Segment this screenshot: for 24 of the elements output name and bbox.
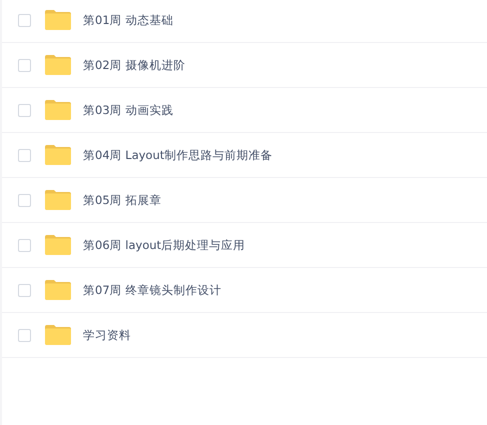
folder-name[interactable]: 第03周 动画实践 (83, 102, 174, 118)
checkbox[interactable] (18, 238, 31, 252)
folder-name[interactable]: 第04周 Layout制作思路与前期准备 (83, 148, 272, 162)
folder-name[interactable]: 学习资料 (83, 328, 131, 342)
checkbox[interactable] (18, 148, 31, 162)
checkbox[interactable] (18, 284, 31, 296)
folder-icon (45, 190, 71, 210)
checkbox[interactable] (18, 104, 31, 116)
folder-icon (45, 145, 71, 165)
checkbox[interactable] (18, 328, 31, 342)
folder-name[interactable]: 第01周 动态基础 (83, 12, 174, 28)
folder-icon (45, 325, 71, 345)
folder-name[interactable]: 第02周 摄像机进阶 (83, 58, 186, 72)
folder-name[interactable]: 第05周 拓展章 (83, 192, 162, 208)
folder-name[interactable]: 第07周 终章镜头制作设计 (83, 282, 222, 298)
folder-icon (45, 235, 71, 255)
checkbox[interactable] (18, 58, 31, 72)
folder-icon (45, 100, 71, 120)
folder-icon (45, 55, 71, 75)
folder-icon (45, 280, 71, 300)
folder-icon (45, 10, 71, 30)
checkbox[interactable] (18, 194, 31, 206)
folder-name[interactable]: 第06周 layout后期处理与应用 (83, 238, 246, 252)
checkbox[interactable] (18, 14, 31, 26)
